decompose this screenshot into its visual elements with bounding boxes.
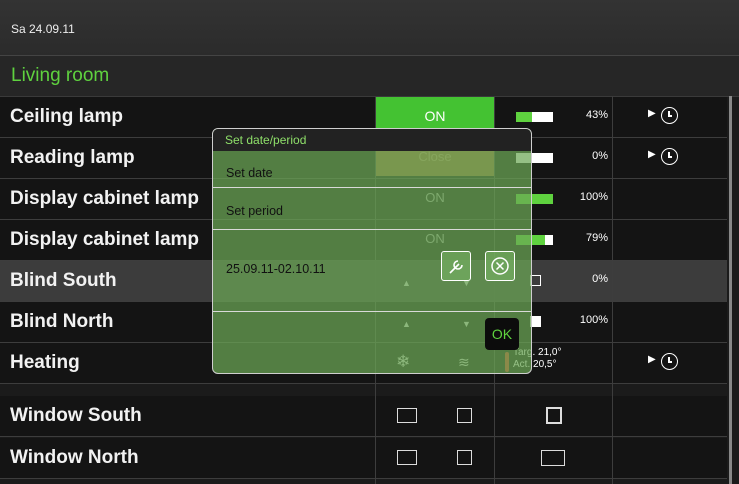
- device-row-window-south[interactable]: Window South: [0, 396, 727, 437]
- dimmer-level-label: 100%: [579, 191, 608, 203]
- cancel-button[interactable]: [485, 251, 515, 281]
- device-name: Display cabinet lamp: [10, 188, 200, 209]
- top-bar: Sa 24.09.11: [0, 0, 739, 56]
- date-label: Sa 24.09.11: [11, 22, 75, 36]
- set-date-period-dialog: Set date/period Set date Set period 25.0…: [212, 128, 532, 374]
- ok-button[interactable]: OK: [485, 318, 519, 350]
- room-header: Living room: [0, 56, 739, 97]
- wrench-icon: [449, 260, 463, 274]
- play-icon[interactable]: ▶: [648, 354, 656, 365]
- device-name: Ceiling lamp: [10, 106, 123, 127]
- dialog-title-bar: Set date/period: [213, 129, 531, 151]
- dimmer-level-label: 79%: [585, 232, 608, 244]
- set-date-label: Set date: [226, 166, 273, 180]
- window-tilt-icon[interactable]: [457, 450, 472, 465]
- blind-position-label: 0%: [592, 273, 608, 285]
- scrollbar[interactable]: [729, 96, 732, 484]
- window-open-icon[interactable]: [397, 450, 417, 465]
- clock-icon[interactable]: [661, 353, 678, 370]
- device-name: Blind South: [10, 270, 117, 291]
- period-value: 25.09.11-02.10.11: [226, 262, 326, 276]
- window-tilt-icon[interactable]: [457, 408, 472, 423]
- set-period-option[interactable]: Set period: [213, 189, 531, 230]
- window-icon: [541, 450, 565, 466]
- device-name: Heating: [10, 352, 80, 373]
- blind-position-label: 100%: [579, 314, 608, 326]
- window-icon: [546, 407, 562, 424]
- clock-icon[interactable]: [661, 148, 678, 165]
- room-title: Living room: [11, 65, 110, 86]
- period-value-row: 25.09.11-02.10.11: [213, 231, 531, 312]
- dialog-title: Set date/period: [225, 133, 307, 147]
- play-icon[interactable]: ▶: [648, 149, 656, 160]
- edit-button[interactable]: [441, 251, 471, 281]
- device-name: Window South: [10, 405, 142, 426]
- dimmer-level-label: 0%: [592, 150, 608, 162]
- set-period-label: Set period: [226, 204, 283, 218]
- window-open-icon[interactable]: [397, 408, 417, 423]
- device-row-window-north[interactable]: Window North: [0, 438, 727, 479]
- dimmer-level-label: 43%: [585, 109, 608, 121]
- column-divider: [612, 96, 613, 484]
- set-date-option[interactable]: Set date: [213, 151, 531, 188]
- clock-icon[interactable]: [661, 107, 678, 124]
- device-name: Blind North: [10, 311, 114, 332]
- device-name: Window North: [10, 447, 139, 468]
- device-name: Reading lamp: [10, 147, 135, 168]
- cancel-circle-icon: [491, 257, 509, 275]
- dimmer-level-bar: [516, 112, 553, 122]
- device-name: Display cabinet lamp: [10, 229, 200, 250]
- play-icon[interactable]: ▶: [648, 108, 656, 119]
